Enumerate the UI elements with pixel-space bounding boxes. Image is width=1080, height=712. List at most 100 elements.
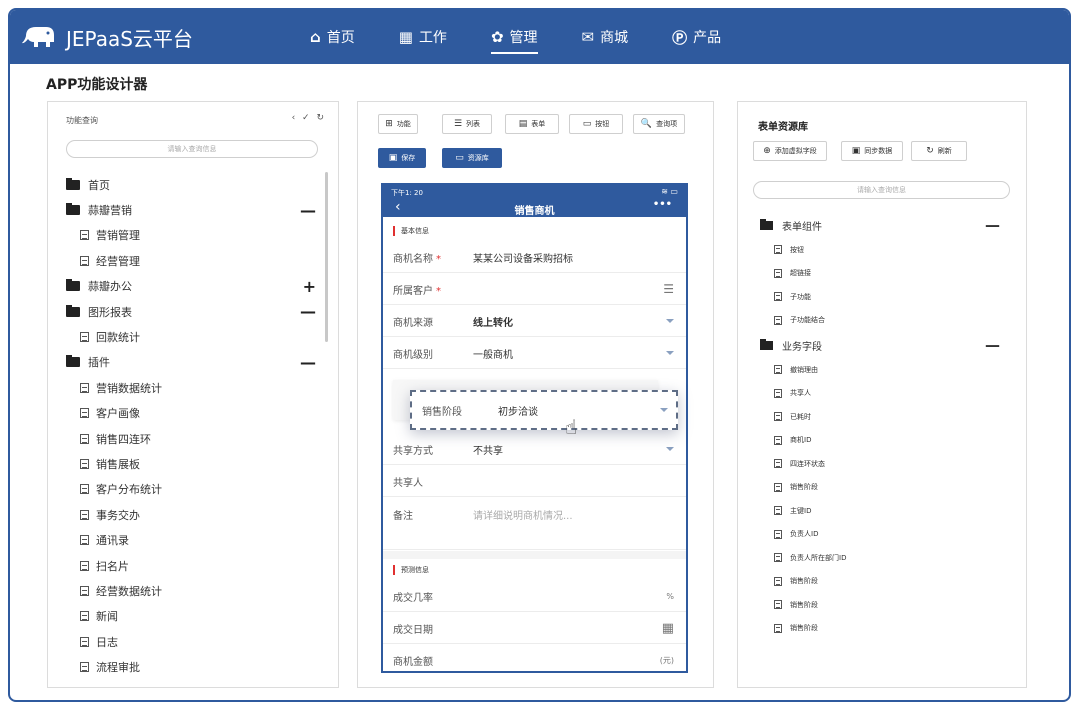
resource-label: 销售阶段 bbox=[790, 483, 818, 492]
form-row[interactable]: 商机来源 线上转化 bbox=[383, 306, 686, 337]
scrollbar[interactable] bbox=[325, 172, 328, 342]
tree-item[interactable]: 通讯录 bbox=[66, 527, 316, 552]
tree-item[interactable]: 回款统计 bbox=[66, 324, 316, 349]
tree-item[interactable]: 经营管理 bbox=[66, 248, 316, 273]
nav-item[interactable]: ✉ 商城 bbox=[582, 10, 629, 64]
resource-item[interactable]: 负责人所在部门ID bbox=[760, 546, 1000, 570]
resource-folder[interactable]: 表单组件 — bbox=[760, 212, 1000, 238]
form-row[interactable]: 所属客户 * ☰ bbox=[383, 274, 686, 305]
document-icon bbox=[80, 662, 89, 673]
phone-title: 销售商机 bbox=[514, 206, 555, 217]
tree-item[interactable]: 扫名片 bbox=[66, 553, 316, 578]
tree-item[interactable]: 客户画像 bbox=[66, 401, 316, 426]
nav-item[interactable]: ⌂ 首页 bbox=[310, 10, 355, 64]
form-row[interactable]: 商机名称 * 某某公司设备采购招标 bbox=[383, 242, 686, 273]
resource-library-button[interactable]: ▭ 资源库 bbox=[442, 148, 502, 168]
brand[interactable]: JEPaaS云平台 bbox=[20, 22, 310, 52]
tree-folder[interactable]: 首页 bbox=[66, 172, 316, 197]
toolbar-button[interactable]: ▭ 按钮 bbox=[569, 114, 623, 134]
resource-item[interactable]: 子功能结合 bbox=[760, 309, 1000, 333]
tree-folder[interactable]: 图形报表 — bbox=[66, 299, 316, 324]
tree-label: 事务交办 bbox=[96, 508, 140, 522]
resource-label: 销售阶段 bbox=[790, 600, 818, 609]
resource-item[interactable]: 按钮 bbox=[760, 238, 1000, 262]
toolbar-button[interactable]: ⊞ 功能 bbox=[378, 114, 418, 134]
expand-icon[interactable]: + bbox=[303, 277, 316, 296]
tree-label: 客户分布统计 bbox=[96, 483, 162, 497]
collapse-icon[interactable]: — bbox=[985, 336, 1000, 354]
chevron-down-icon[interactable] bbox=[666, 319, 674, 323]
resource-item[interactable]: 销售阶段 bbox=[760, 476, 1000, 500]
resource-item[interactable]: 负责人ID bbox=[760, 523, 1000, 547]
nav-label: 首页 bbox=[326, 30, 355, 46]
field-label: 共享方式 bbox=[393, 445, 433, 457]
document-icon bbox=[774, 292, 782, 302]
form-row[interactable]: 共享人 bbox=[383, 466, 686, 497]
document-icon bbox=[80, 585, 89, 596]
resource-item[interactable]: 已耗时 bbox=[760, 405, 1000, 429]
tree-folder[interactable]: 蒜瓣办公 + bbox=[66, 274, 316, 299]
nav-item[interactable]: Ⓟ 产品 bbox=[672, 10, 721, 64]
tree-item[interactable]: 经营数据统计 bbox=[66, 578, 316, 603]
collapse-icon[interactable]: — bbox=[300, 353, 316, 372]
resource-button[interactable]: ⊕ 添加虚拟字段 bbox=[753, 141, 827, 161]
form-row[interactable]: 共享方式 不共享 bbox=[383, 434, 686, 465]
tree-label: 营销数据统计 bbox=[96, 381, 162, 395]
collapse-icon[interactable]: — bbox=[985, 216, 1000, 234]
tree-item[interactable]: 流程审批 bbox=[66, 654, 316, 679]
toolbar-button[interactable]: ▤ 表单 bbox=[505, 114, 559, 134]
resource-item[interactable]: 子功能 bbox=[760, 285, 1000, 309]
tree-item[interactable]: 营销数据统计 bbox=[66, 375, 316, 400]
resource-search-input[interactable]: 请输入查询信息 bbox=[753, 181, 1010, 199]
document-icon bbox=[774, 412, 782, 422]
form-row[interactable]: 商机级别 一般商机 bbox=[383, 338, 686, 369]
remark-textarea[interactable]: 请详细说明商机情况... bbox=[473, 507, 573, 522]
chevron-down-icon[interactable] bbox=[666, 351, 674, 355]
resource-folder[interactable]: 业务字段 — bbox=[760, 332, 1000, 358]
toolbar-button[interactable]: 🔍 查询项 bbox=[633, 114, 685, 134]
tree-folder[interactable]: 插件 — bbox=[66, 350, 316, 375]
form-row[interactable]: 成交日期 ▦ bbox=[383, 613, 686, 644]
library-label: 资源库 bbox=[467, 154, 489, 162]
list-picker-icon[interactable]: ☰ bbox=[663, 282, 674, 296]
nav-label: 管理 bbox=[509, 30, 538, 46]
resource-item[interactable]: 主键ID bbox=[760, 499, 1000, 523]
dragging-field[interactable]: 销售阶段 初步洽谈 bbox=[410, 390, 678, 430]
tree-item[interactable]: 日志 bbox=[66, 629, 316, 654]
tree-item[interactable]: 销售四连环 bbox=[66, 426, 316, 451]
resource-item[interactable]: 销售阶段 bbox=[760, 570, 1000, 594]
collapse-icon[interactable]: — bbox=[300, 302, 316, 321]
panel-tools-icons[interactable]: ‹ ✓ ↻ bbox=[292, 113, 326, 123]
collapse-icon[interactable]: — bbox=[300, 201, 316, 220]
folder-icon bbox=[66, 177, 80, 190]
tree-item[interactable]: 新闻 bbox=[66, 604, 316, 629]
toolbar-label: 表单 bbox=[531, 120, 546, 128]
resource-item[interactable]: 四连环状态 bbox=[760, 452, 1000, 476]
resource-button[interactable]: ↻ 刷新 bbox=[911, 141, 967, 161]
form-row[interactable]: 商机金额 (元) bbox=[383, 645, 686, 671]
search-input[interactable]: 请输入查询信息 bbox=[66, 140, 318, 158]
resource-item[interactable]: 共享人 bbox=[760, 382, 1000, 406]
chevron-down-icon[interactable] bbox=[666, 447, 674, 451]
tree-item[interactable]: 销售展板 bbox=[66, 451, 316, 476]
tree-item[interactable]: 事务交办 bbox=[66, 502, 316, 527]
form-row[interactable]: 成交几率 % bbox=[383, 581, 686, 612]
toolbar-label: 查询项 bbox=[656, 120, 678, 128]
toolbar-button[interactable]: ☰ 列表 bbox=[442, 114, 492, 134]
resource-button[interactable]: ▣ 同步数据 bbox=[841, 141, 903, 161]
tree-label: 首页 bbox=[88, 178, 110, 192]
nav-item[interactable]: ✿ 管理 bbox=[490, 10, 538, 64]
calendar-icon[interactable]: ▦ bbox=[662, 621, 674, 636]
resource-item[interactable]: 商机ID bbox=[760, 429, 1000, 453]
resource-item[interactable]: 销售阶段 bbox=[760, 593, 1000, 617]
more-icon[interactable]: ••• bbox=[653, 199, 672, 210]
save-button[interactable]: ▣ 保存 bbox=[378, 148, 426, 168]
tree-folder[interactable]: 蒜瓣营销 — bbox=[66, 197, 316, 222]
tree-item[interactable]: 客户分布统计 bbox=[66, 477, 316, 502]
resource-item[interactable]: 撤销理由 bbox=[760, 358, 1000, 382]
resource-item[interactable]: 销售阶段 bbox=[760, 617, 1000, 641]
form-row[interactable]: 备注 请详细说明商机情况... bbox=[383, 498, 686, 550]
nav-item[interactable]: ▦ 工作 bbox=[399, 10, 447, 64]
resource-item[interactable]: 超链接 bbox=[760, 262, 1000, 286]
tree-item[interactable]: 营销管理 bbox=[66, 223, 316, 248]
